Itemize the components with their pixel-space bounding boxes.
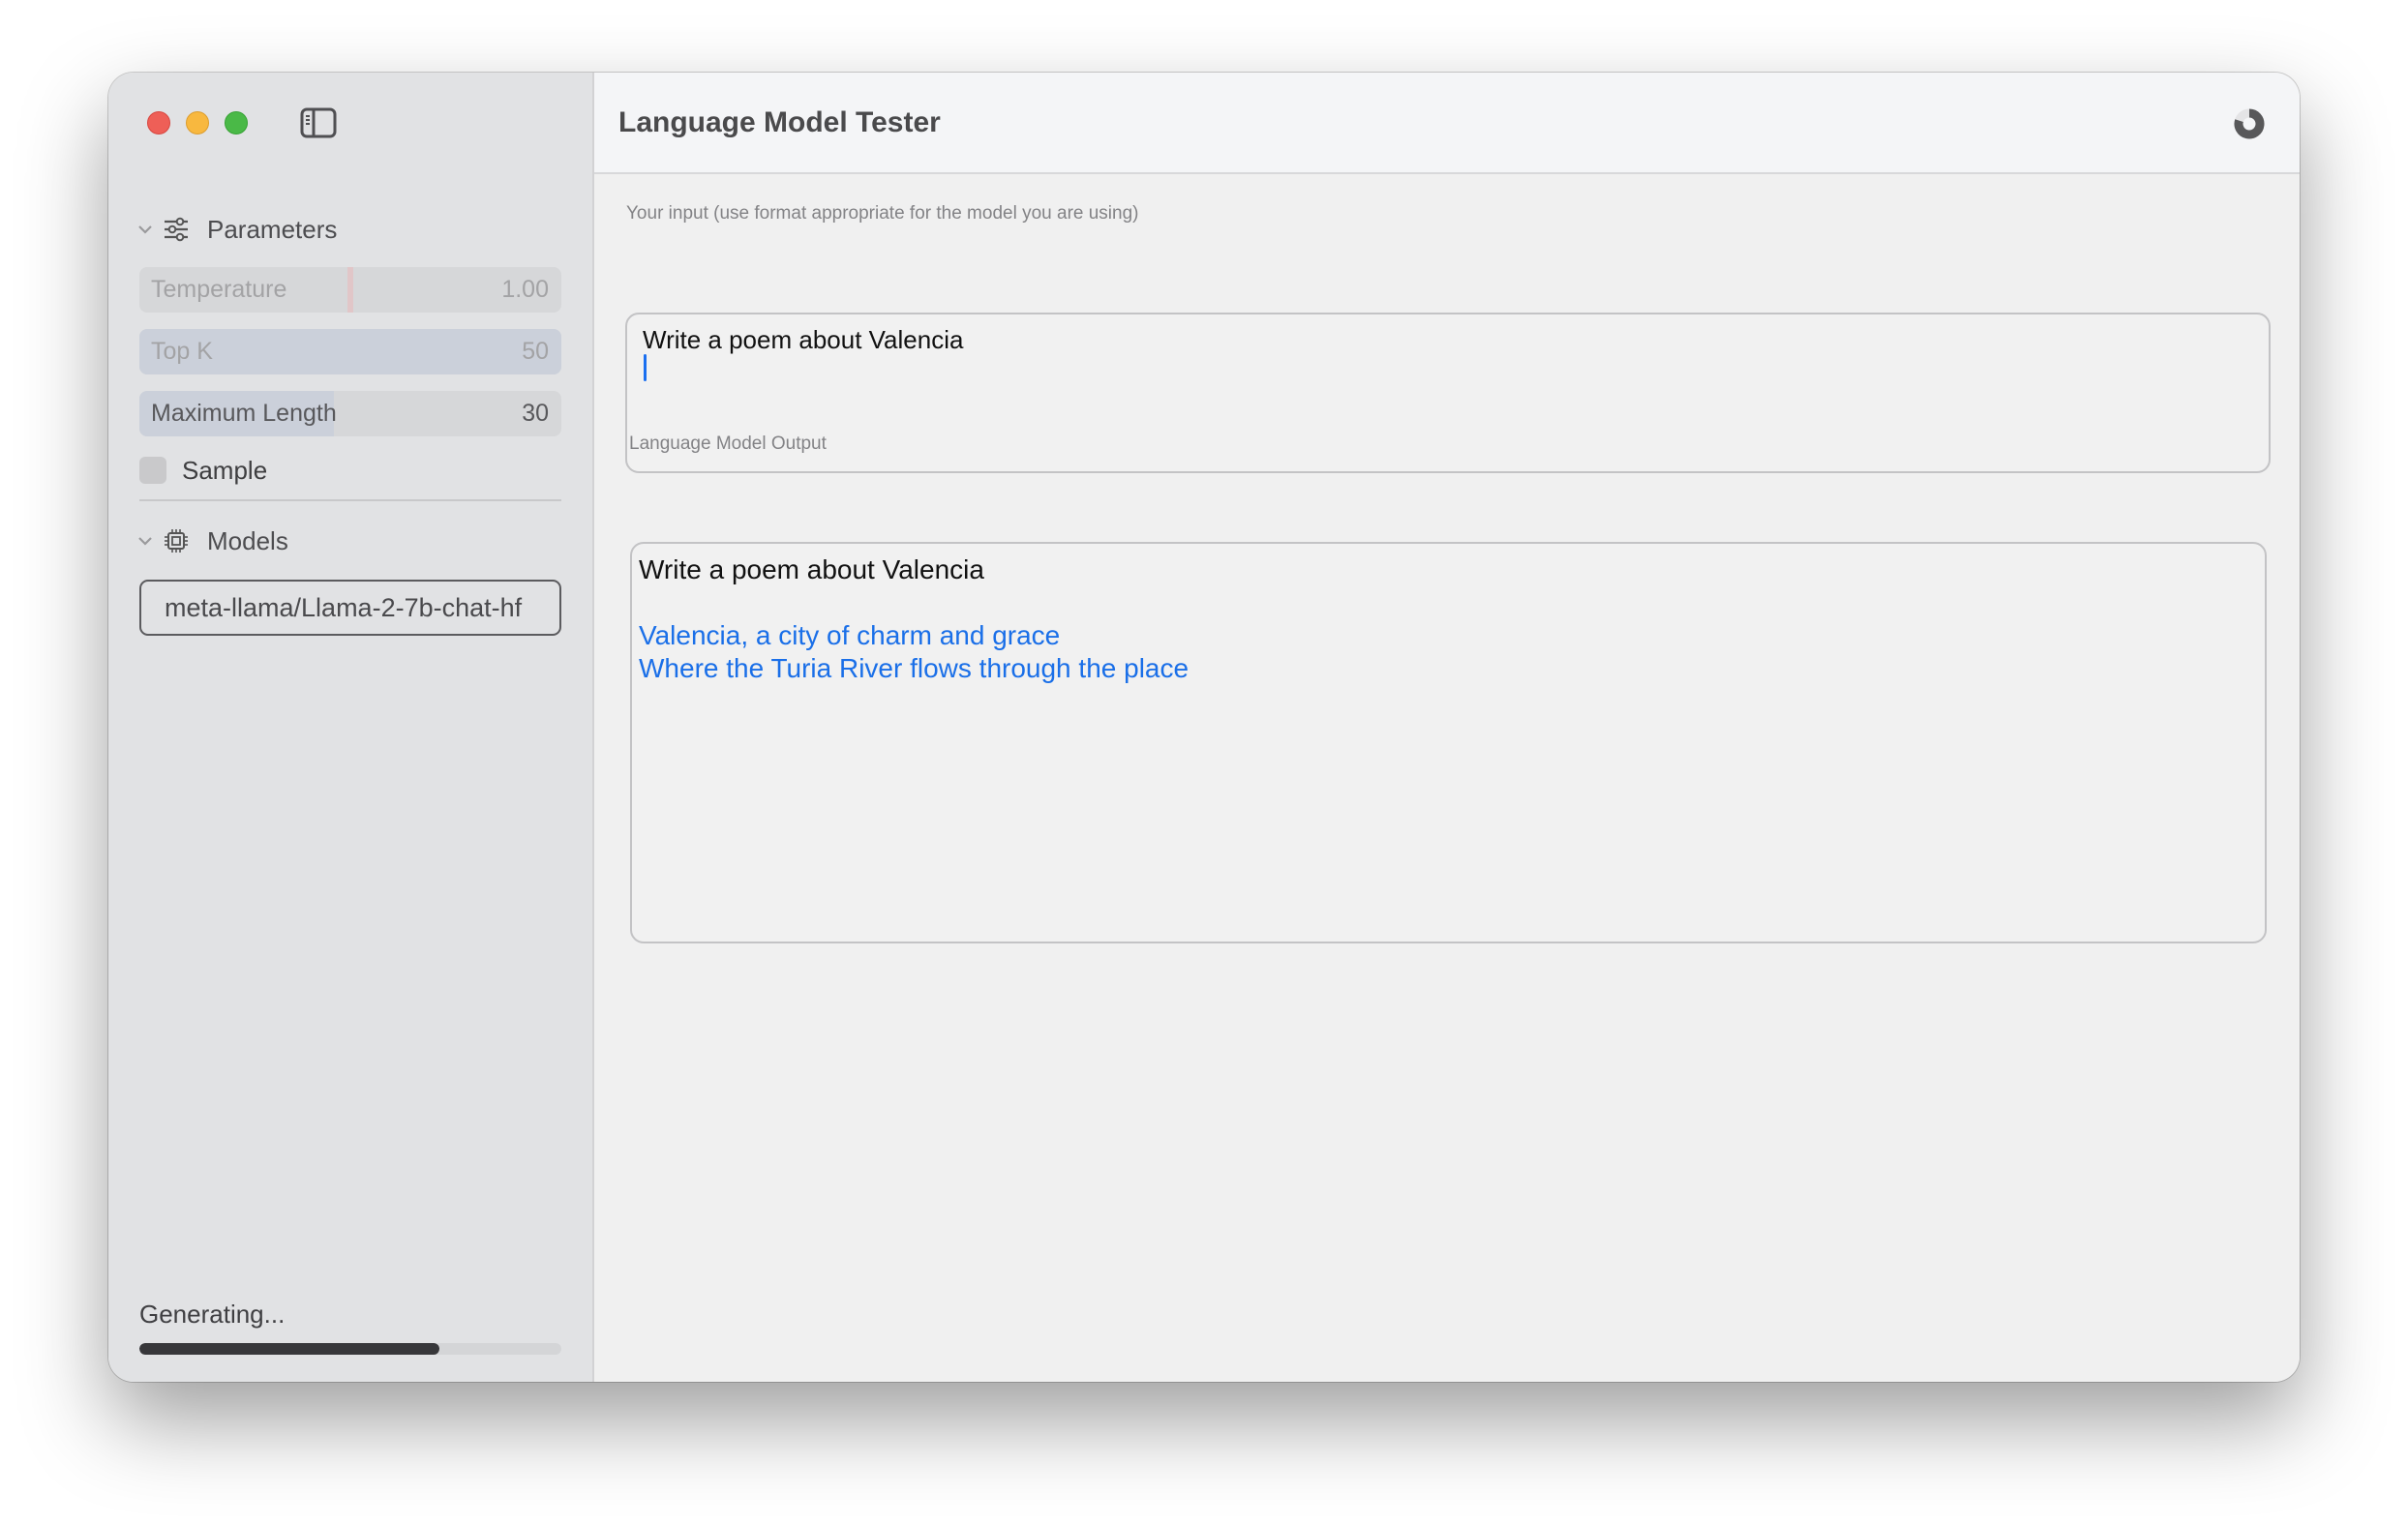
model-output-text: Write a poem about Valencia Valencia, a … (639, 553, 1189, 685)
parameters-section-header[interactable]: Parameters (137, 213, 337, 246)
output-generated-line: Where the Turia River flows through the … (639, 653, 1189, 683)
output-label: Language Model Output (629, 434, 827, 454)
sidebar-left-icon (300, 107, 337, 138)
sample-checkbox-row[interactable]: Sample (139, 456, 267, 485)
parameters-section-label: Parameters (207, 214, 338, 244)
main-content: Your input (use format appropriate for t… (594, 174, 2300, 1382)
cpu-chip-icon (163, 527, 190, 554)
maximum-length-slider-value: 30 (522, 400, 549, 427)
top-k-slider-label: Top K (151, 338, 213, 365)
generation-progress-fill (139, 1343, 439, 1355)
temperature-slider[interactable]: Temperature 1.00 (139, 267, 561, 313)
sample-checkbox-label: Sample (182, 455, 268, 485)
models-section-header[interactable]: Models (137, 524, 288, 557)
top-k-slider[interactable]: Top K 50 (139, 329, 561, 374)
output-generated-line: Valencia, a city of charm and grace (639, 620, 1061, 650)
prompt-input[interactable]: Write a poem about Valencia (625, 313, 2271, 473)
zoom-button[interactable] (225, 111, 248, 135)
progress-spinner-icon (2234, 108, 2265, 139)
generation-status-text: Generating... (139, 1300, 286, 1329)
maximum-length-slider[interactable]: Maximum Length 30 (139, 391, 561, 436)
app-title: Language Model Tester (618, 106, 941, 138)
temperature-slider-label: Temperature (151, 276, 287, 303)
maximum-length-slider-label: Maximum Length (151, 400, 337, 427)
temperature-slider-value: 1.00 (501, 276, 549, 303)
models-section-label: Models (207, 525, 288, 555)
close-button[interactable] (147, 111, 170, 135)
section-divider (139, 499, 561, 501)
chevron-down-icon[interactable] (137, 224, 155, 235)
sidebar-toggle-button[interactable] (300, 107, 337, 138)
input-label: Your input (use format appropriate for t… (626, 203, 1139, 224)
output-prompt-line: Write a poem about Valencia (639, 554, 984, 584)
app-window: Parameters Temperature 1.00 Top K 50 Max… (108, 73, 2300, 1382)
sample-checkbox[interactable] (139, 457, 166, 484)
toolbar: Language Model Tester (594, 73, 2300, 174)
model-output[interactable]: Write a poem about Valencia Valencia, a … (630, 542, 2267, 943)
prompt-input-text: Write a poem about Valencia (643, 325, 964, 354)
output-blank-line (639, 586, 1189, 619)
chevron-down-icon[interactable] (137, 535, 155, 547)
generation-progress-bar (139, 1343, 561, 1355)
sliders-icon (163, 216, 190, 243)
text-caret (644, 354, 647, 381)
top-k-slider-value: 50 (522, 338, 549, 365)
temperature-slider-marker (347, 267, 353, 313)
minimize-button[interactable] (186, 111, 209, 135)
model-selector[interactable]: meta-llama/Llama-2-7b-chat-hf (139, 580, 561, 636)
sidebar: Parameters Temperature 1.00 Top K 50 Max… (108, 73, 594, 1382)
